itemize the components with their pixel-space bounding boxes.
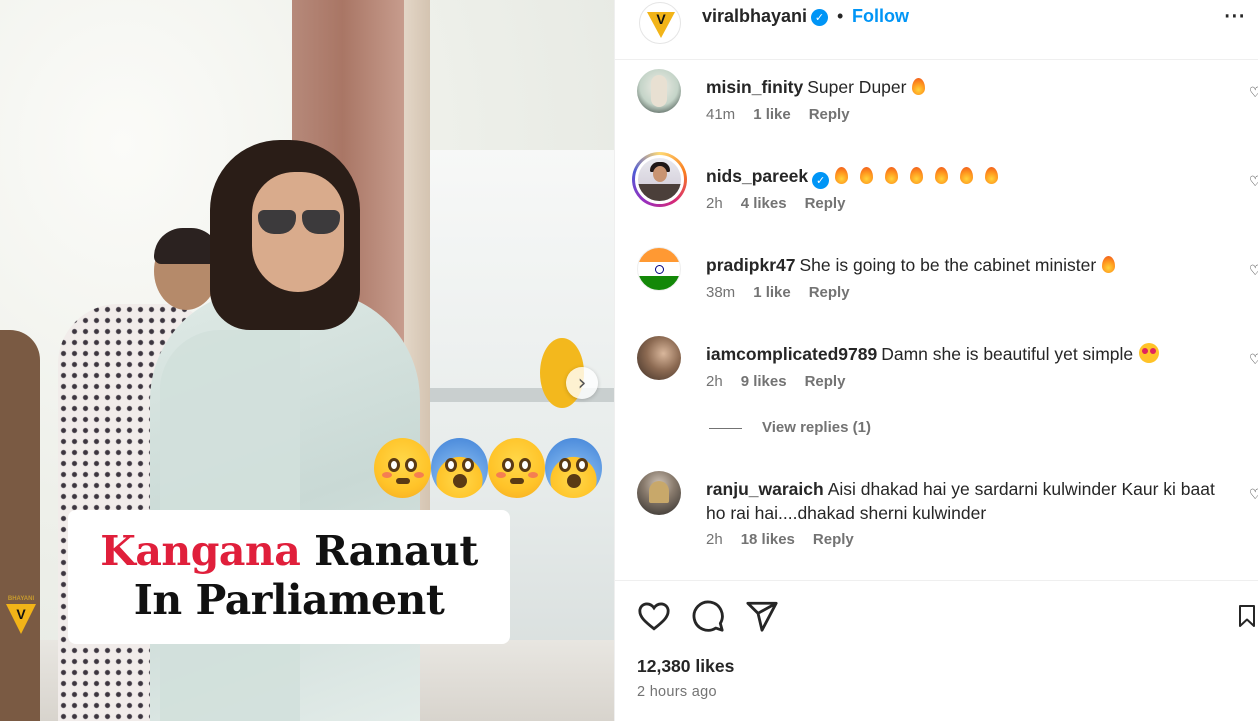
- comment-text: She is going to be the cabinet minister: [799, 255, 1097, 275]
- comment-time[interactable]: 2h: [706, 195, 723, 212]
- commenter-username[interactable]: pradipkr47: [706, 255, 795, 275]
- comment-likes[interactable]: 18 likes: [741, 531, 795, 548]
- verified-badge-icon: ✓: [812, 172, 830, 189]
- comment-likes[interactable]: 1 like: [753, 106, 791, 123]
- commenter-username[interactable]: misin_finity: [706, 77, 803, 97]
- commenter-avatar: [635, 155, 684, 204]
- commenter-avatar[interactable]: [637, 69, 681, 113]
- fire-emoji: [835, 167, 849, 184]
- verified-badge-icon: ✓: [811, 9, 828, 26]
- comment-meta: 38m 1 like Reply: [706, 284, 868, 301]
- fire-emoji: [910, 167, 924, 184]
- comments-list[interactable]: misin_finity Super Duper 41m 1 like Reply ♡…: [615, 61, 1258, 579]
- comment-likes[interactable]: 4 likes: [741, 195, 787, 212]
- fire-emoji: [885, 167, 899, 184]
- like-comment-heart-icon[interactable]: ♡: [1249, 352, 1258, 368]
- watermark-text: BHAYANI: [7, 596, 35, 602]
- reply-button[interactable]: Reply: [809, 106, 850, 123]
- screaming-face-emoji: [545, 438, 602, 498]
- commenter-username[interactable]: nids_pareek: [706, 166, 808, 186]
- comment-meta: 2h 4 likes Reply: [706, 195, 863, 212]
- comment-meta: 41m 1 like Reply: [706, 106, 868, 123]
- comment-bubble-icon[interactable]: [691, 599, 725, 633]
- post-actions: 12,380 likes 2 hours ago: [615, 580, 1258, 721]
- caption-line-2: In Parliament: [133, 576, 445, 624]
- heart-eyes-emoji: [1139, 343, 1160, 363]
- watermark-logo: BHAYANI V: [4, 596, 38, 640]
- post-timestamp[interactable]: 2 hours ago: [637, 684, 717, 700]
- share-send-icon[interactable]: [745, 599, 779, 633]
- caption-red-text: Kangana: [100, 527, 301, 575]
- post-panel: V viralbhayani ✓ • Follow ··· misin_fini…: [614, 0, 1258, 721]
- comment-meta: 2h 9 likes Reply: [706, 373, 863, 390]
- flushed-face-emoji: [488, 438, 545, 498]
- reply-button[interactable]: Reply: [805, 373, 846, 390]
- author-avatar[interactable]: V: [639, 2, 681, 44]
- author-username[interactable]: viralbhayani: [702, 6, 807, 27]
- post-header: V viralbhayani ✓ • Follow ···: [615, 0, 1258, 60]
- like-count[interactable]: 12,380 likes: [637, 656, 734, 677]
- commenter-avatar[interactable]: [637, 247, 681, 291]
- fire-emoji: [985, 167, 999, 184]
- like-heart-icon[interactable]: [637, 599, 671, 633]
- flushed-face-emoji: [374, 438, 431, 498]
- comment-likes[interactable]: 1 like: [753, 284, 791, 301]
- caption-line-1: Kangana Ranaut: [68, 528, 510, 574]
- more-options-icon[interactable]: ···: [1223, 2, 1246, 32]
- caption-black-text: Ranaut: [314, 527, 478, 575]
- like-comment-heart-icon[interactable]: ♡: [1249, 85, 1258, 101]
- story-ring[interactable]: [632, 152, 687, 207]
- fire-emoji: [1102, 256, 1116, 273]
- chevron-right-icon[interactable]: ›: [566, 367, 598, 399]
- commenter-username[interactable]: ranju_waraich: [706, 479, 824, 499]
- comment-body: nids_pareek ✓: [706, 164, 1226, 189]
- comment-time[interactable]: 38m: [706, 284, 735, 301]
- like-comment-heart-icon[interactable]: ♡: [1249, 263, 1258, 279]
- like-comment-heart-icon[interactable]: ♡: [1249, 487, 1258, 503]
- reply-button[interactable]: Reply: [813, 531, 854, 548]
- comment-body: ranju_waraich Aisi dhakad hai ye sardarni…: [706, 477, 1226, 525]
- save-bookmark-icon[interactable]: [1235, 599, 1258, 633]
- comment-body: iamcomplicated9789 Damn she is beautiful …: [706, 342, 1226, 366]
- emoji-row: [374, 438, 602, 498]
- replies-divider-line: [709, 427, 742, 429]
- comment-meta: 2h 18 likes Reply: [706, 531, 872, 548]
- commenter-avatar[interactable]: [637, 471, 681, 515]
- comment-time[interactable]: 41m: [706, 106, 735, 123]
- media-caption: Kangana Ranaut In Parliament: [68, 510, 510, 644]
- commenter-avatar[interactable]: [637, 336, 681, 380]
- fire-emoji: [912, 78, 926, 95]
- comment-time[interactable]: 2h: [706, 373, 723, 390]
- fire-emoji: [935, 167, 949, 184]
- view-replies-label: View replies (1): [762, 419, 871, 436]
- view-replies-button[interactable]: View replies (1): [709, 419, 871, 436]
- comment-body: pradipkr47 She is going to be the cabinet…: [706, 253, 1226, 277]
- comment-text: Super Duper: [807, 77, 907, 97]
- comment-text: Damn she is beautiful yet simple: [881, 344, 1134, 364]
- post-media[interactable]: › Kangana Ranaut In Parliament BHAYANI V: [0, 0, 614, 721]
- reply-button[interactable]: Reply: [809, 284, 850, 301]
- background-person-left: [0, 330, 40, 721]
- comment-body: misin_finity Super Duper: [706, 75, 1226, 99]
- reply-button[interactable]: Reply: [805, 195, 846, 212]
- like-comment-heart-icon[interactable]: ♡: [1249, 174, 1258, 190]
- fire-emoji: [960, 167, 974, 184]
- comment-likes[interactable]: 9 likes: [741, 373, 787, 390]
- commenter-username[interactable]: iamcomplicated9789: [706, 344, 877, 364]
- follow-button[interactable]: Follow: [852, 6, 909, 27]
- separator-dot: •: [837, 6, 844, 26]
- comment-time[interactable]: 2h: [706, 531, 723, 548]
- screaming-face-emoji: [431, 438, 488, 498]
- fire-emoji: [860, 167, 874, 184]
